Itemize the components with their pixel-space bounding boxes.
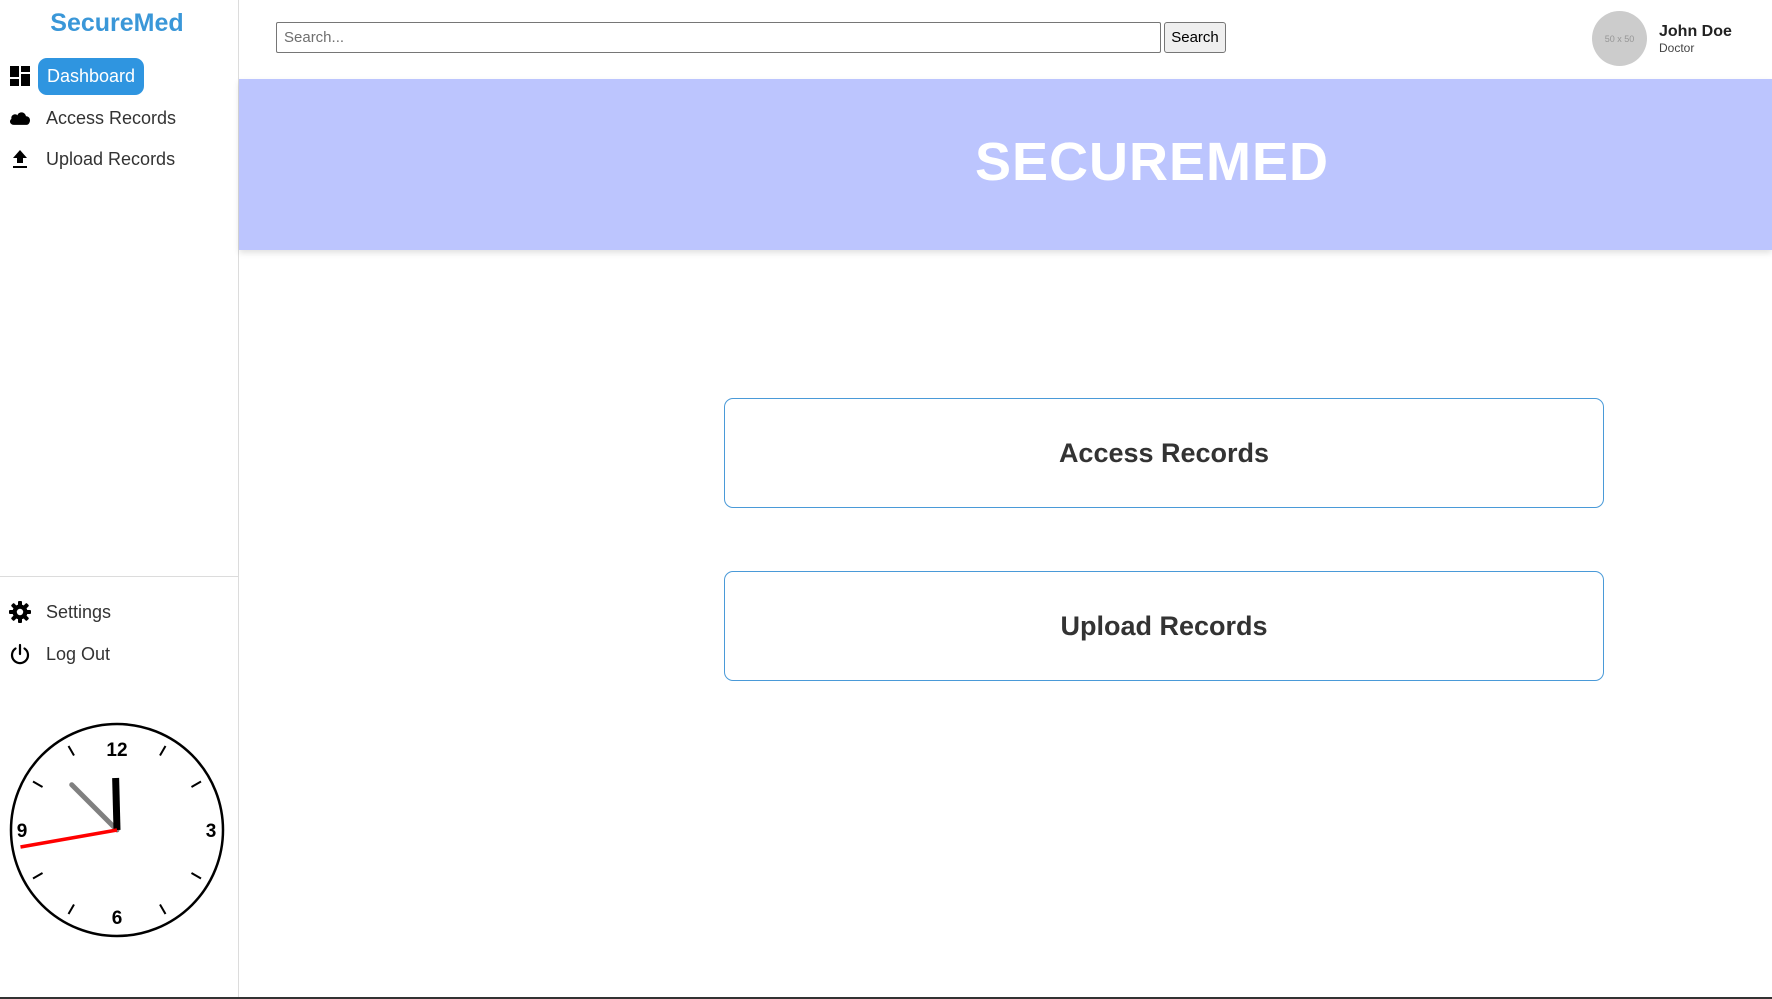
sidebar-item-dashboard[interactable]: Dashboard bbox=[8, 57, 145, 95]
search-button[interactable]: Search bbox=[1164, 22, 1226, 53]
analog-clock: 12 3 6 9 bbox=[9, 722, 225, 938]
banner-title: SECUREMED bbox=[974, 132, 1330, 192]
sidebar-item-label: Log Out bbox=[46, 643, 111, 664]
sidebar-item-label: Dashboard bbox=[38, 57, 145, 95]
sidebar-item-logout[interactable]: Log Out bbox=[8, 636, 110, 672]
user-name: John Doe bbox=[1659, 23, 1732, 40]
gear-icon bbox=[8, 600, 32, 624]
search-input[interactable] bbox=[276, 22, 1161, 53]
app-root: SecureMed Dashboard Access Records Uploa… bbox=[0, 0, 1772, 999]
sidebar: SecureMed Dashboard Access Records Uploa… bbox=[0, 0, 239, 999]
power-icon bbox=[8, 642, 32, 666]
clock-hour-hand bbox=[112, 777, 121, 831]
user-role: Doctor bbox=[1659, 41, 1695, 55]
cloud-icon bbox=[8, 106, 32, 130]
dashboard-icon bbox=[8, 64, 32, 88]
clock-numeral-3: 3 bbox=[206, 821, 217, 842]
avatar[interactable]: 50 x 50 bbox=[1592, 11, 1647, 66]
sidebar-item-label: Upload Records bbox=[46, 148, 176, 169]
avatar-placeholder-text: 50 x 50 bbox=[1604, 33, 1635, 44]
clock-numeral-6: 6 bbox=[112, 908, 123, 929]
card-label: Access Records bbox=[1058, 437, 1270, 468]
sidebar-item-label: Access Records bbox=[46, 107, 177, 128]
top-bar: Search 50 x 50 John Doe Doctor bbox=[239, 0, 1772, 79]
upload-records-card[interactable]: Upload Records bbox=[724, 571, 1604, 681]
clock-numeral-9: 9 bbox=[17, 821, 28, 842]
sidebar-item-settings[interactable]: Settings bbox=[8, 594, 111, 630]
sidebar-divider bbox=[0, 576, 239, 577]
upload-icon bbox=[8, 147, 32, 171]
sidebar-item-upload-records[interactable]: Upload Records bbox=[8, 141, 175, 177]
access-records-card[interactable]: Access Records bbox=[724, 398, 1604, 508]
hero-banner: SECUREMED bbox=[239, 79, 1772, 250]
clock-numeral-12: 12 bbox=[106, 740, 127, 761]
sidebar-item-access-records[interactable]: Access Records bbox=[8, 100, 176, 136]
card-label: Upload Records bbox=[1060, 610, 1268, 641]
brand-logo[interactable]: SecureMed bbox=[0, 9, 234, 38]
sidebar-item-label: Settings bbox=[46, 601, 112, 622]
